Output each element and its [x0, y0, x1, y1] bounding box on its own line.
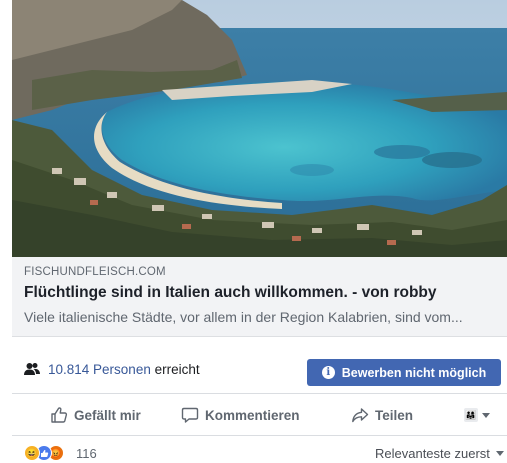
page-avatar-icon: 👨‍👩‍👧	[464, 408, 478, 422]
reach-text: 10.814 Personen erreicht	[48, 362, 200, 377]
reaction-icons[interactable]: 😆 😡	[24, 445, 74, 461]
reach-row: 10.814 Personen erreicht i Bewerben nich…	[12, 348, 507, 394]
link-domain: FISCHUNDFLEISCH.COM	[24, 266, 166, 278]
share-icon	[352, 408, 369, 423]
boost-button[interactable]: i Bewerben nicht möglich	[307, 359, 501, 386]
comment-label: Kommentieren	[205, 407, 300, 423]
reaction-count[interactable]: 116	[76, 446, 97, 461]
reactions-summary: 😆 😡 116 Relevanteste zuerst	[12, 443, 507, 463]
sort-label: Relevanteste zuerst	[375, 446, 490, 461]
comment-icon	[181, 407, 199, 423]
reach-count-link[interactable]: 10.814 Personen	[48, 362, 151, 377]
post-card: FISCHUNDFLEISCH.COM Flüchtlinge sind in …	[12, 0, 507, 463]
comment-button[interactable]: Kommentieren	[181, 394, 300, 436]
chevron-down-icon	[495, 451, 504, 456]
link-preview-image[interactable]	[12, 0, 507, 257]
link-description: Viele italienische Städte, vor allem in …	[24, 309, 463, 325]
boost-button-label: Bewerben nicht möglich	[341, 365, 487, 380]
reach-suffix: erreicht	[154, 362, 200, 377]
chevron-down-icon	[482, 412, 490, 418]
thumbs-up-icon	[51, 407, 68, 423]
link-headline[interactable]: Flüchtlinge sind in Italien auch willkom…	[24, 284, 494, 302]
comment-sort-dropdown[interactable]: Relevanteste zuerst	[375, 446, 504, 461]
like-label: Gefällt mir	[74, 407, 141, 423]
info-icon: i	[321, 366, 335, 379]
post-as-selector[interactable]: 👨‍👩‍👧	[464, 394, 490, 436]
coast-photo	[12, 0, 507, 257]
share-button[interactable]: Teilen	[351, 394, 413, 436]
haha-reaction-icon: 😆	[24, 445, 40, 461]
like-button[interactable]: Gefällt mir	[50, 394, 141, 436]
share-label: Teilen	[375, 407, 414, 423]
link-preview[interactable]: FISCHUNDFLEISCH.COM Flüchtlinge sind in …	[12, 257, 507, 337]
people-icon	[24, 363, 40, 375]
action-bar: Gefällt mir Kommentieren Teilen 👨‍👩‍👧	[12, 394, 507, 436]
